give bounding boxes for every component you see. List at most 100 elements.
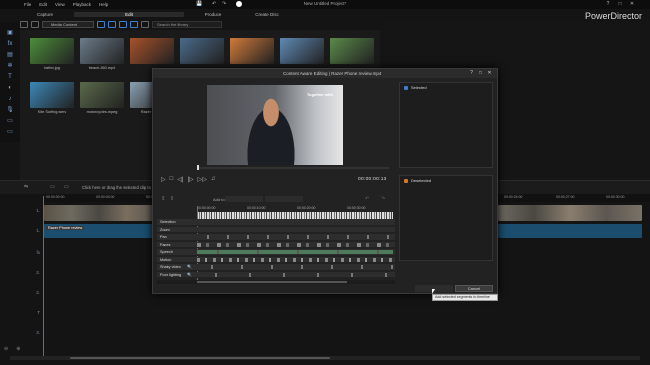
media-thumb[interactable] xyxy=(80,38,124,64)
media-label: bafbn.jpg xyxy=(44,66,60,70)
row-speech[interactable]: Speech xyxy=(157,249,395,256)
zoom-out-icon[interactable]: ⊖ xyxy=(4,346,8,352)
scroll-thumb[interactable] xyxy=(197,281,347,283)
pip-room-icon[interactable]: ▤ xyxy=(7,52,13,59)
scroll-thumb[interactable] xyxy=(70,357,330,359)
selection-strip[interactable] xyxy=(197,212,393,219)
help-icon[interactable]: ? xyxy=(467,69,476,78)
video-track-icon[interactable]: 2. xyxy=(36,270,40,275)
chapter-room-icon[interactable]: ▭ xyxy=(7,118,13,125)
list-view-icon[interactable] xyxy=(141,21,149,28)
undo-icon[interactable]: ↶ xyxy=(365,196,369,202)
stop-icon[interactable]: □ xyxy=(170,176,174,184)
track-header-video-1: 1. xyxy=(0,208,44,213)
title-room-icon[interactable]: T xyxy=(8,74,12,81)
image-filter-icon[interactable] xyxy=(108,21,116,28)
dialog-title: Content Aware Editing | Razer Phone revi… xyxy=(153,69,497,78)
fx-room-icon[interactable]: fx xyxy=(8,41,13,48)
maximize-icon[interactable]: □ xyxy=(614,0,626,9)
tab-produce[interactable]: Produce xyxy=(188,12,238,17)
grid-view-icon[interactable] xyxy=(130,21,138,28)
row-motion[interactable]: Motion xyxy=(157,256,395,263)
close-icon[interactable]: ✕ xyxy=(626,0,638,9)
close-icon[interactable]: ✕ xyxy=(485,69,494,78)
subtitle-room-icon[interactable]: ▭ xyxy=(7,129,13,136)
row-pan[interactable]: Pan xyxy=(157,234,395,241)
prev-frame-icon[interactable]: ◁| xyxy=(177,176,183,184)
tab-capture[interactable]: Capture xyxy=(20,12,70,17)
zoom-in-icon[interactable]: ⊕ xyxy=(16,346,20,352)
media-thumb[interactable] xyxy=(130,38,174,64)
media-label: beach-360.mp4 xyxy=(88,66,116,70)
zoom-icon[interactable]: 🔍 xyxy=(187,264,192,269)
media-thumb[interactable] xyxy=(30,82,74,108)
timeline-view-icon[interactable]: ▭ xyxy=(50,184,55,190)
ruler-tick: 00:00:20:00 xyxy=(297,206,316,210)
media-thumb[interactable] xyxy=(280,38,324,64)
row-shaky-video[interactable]: Shaky video 🔍 xyxy=(157,264,395,271)
audio-mixing-icon[interactable]: ♪ xyxy=(9,96,12,103)
plugin-icon[interactable] xyxy=(31,21,39,28)
track-header-fx: fx xyxy=(0,250,44,255)
dialog-seek-bar[interactable] xyxy=(197,165,389,170)
tab-edit[interactable]: Edit xyxy=(74,11,184,17)
play-icon[interactable]: ▷ xyxy=(161,176,166,184)
video-clip[interactable] xyxy=(44,205,154,221)
undo-icon[interactable]: ↶ xyxy=(212,1,216,7)
audio-track-icon[interactable]: 2. xyxy=(36,290,40,295)
dialog-scrollbar[interactable] xyxy=(157,280,395,284)
row-poor-lighting[interactable]: Poor lighting 🔍 xyxy=(157,271,395,278)
voiceover-icon[interactable]: 🎙 xyxy=(6,107,14,114)
media-room-icon[interactable]: ▣ xyxy=(7,30,13,37)
row-selection[interactable]: Selection xyxy=(157,219,395,226)
media-content-select[interactable]: Media Content xyxy=(42,21,94,28)
cancel-button[interactable]: Cancel xyxy=(455,285,493,292)
maximize-icon[interactable]: □ xyxy=(476,69,485,78)
fast-forward-icon[interactable]: ▷▷ xyxy=(198,176,207,184)
timeline-playhead[interactable] xyxy=(43,196,44,358)
volume-icon[interactable]: ♫ xyxy=(211,176,216,184)
seek-handle[interactable] xyxy=(197,165,199,170)
zoom-icon[interactable]: 🔍 xyxy=(187,272,192,277)
media-thumb[interactable] xyxy=(230,38,274,64)
media-thumb[interactable] xyxy=(30,38,74,64)
row-zoom[interactable]: Zoom xyxy=(157,226,395,233)
library-search-input[interactable]: Search the library xyxy=(152,21,222,28)
dialog-video-preview: Together with xyxy=(207,85,343,165)
timeline-scrollbar[interactable] xyxy=(10,356,640,360)
add-to-button[interactable] xyxy=(265,196,303,202)
audio-clip[interactable] xyxy=(498,224,642,238)
help-icon[interactable]: ? xyxy=(602,0,614,9)
import-icon[interactable] xyxy=(20,21,28,28)
transition-room-icon[interactable]: ◐ xyxy=(8,85,12,92)
settings-icon[interactable] xyxy=(236,1,242,7)
tab-create-disc[interactable]: Create Disc xyxy=(242,12,292,17)
particle-room-icon[interactable]: ✲ xyxy=(7,63,12,70)
audio-track-icon[interactable]: 1. xyxy=(36,228,40,233)
title-track-icon[interactable]: T xyxy=(37,310,40,315)
audio-filter-icon[interactable] xyxy=(119,21,127,28)
redo-icon[interactable]: ↷ xyxy=(381,196,385,202)
fx-track-icon[interactable]: fx xyxy=(36,250,40,255)
row-faces[interactable]: Faces xyxy=(157,241,395,248)
redo-icon[interactable]: ↷ xyxy=(222,1,226,7)
timeline-hint: Click here or drag the selected clip to … xyxy=(82,185,155,190)
save-icon[interactable]: 💾 xyxy=(196,1,202,7)
next-frame-icon[interactable]: |▷ xyxy=(187,176,193,184)
media-thumb[interactable] xyxy=(180,38,224,64)
add-to-button[interactable] xyxy=(225,196,263,202)
audio-clip[interactable]: Razer Phone review xyxy=(44,224,154,238)
add-to-label: Add to: xyxy=(213,197,226,202)
video-track-icon[interactable]: 1. xyxy=(36,208,40,213)
media-thumb[interactable] xyxy=(330,38,374,64)
video-clip[interactable] xyxy=(498,205,642,221)
import-icon[interactable]: ⇪ xyxy=(161,196,166,202)
timeline-tool-icon[interactable]: ⇆ xyxy=(24,184,28,190)
tooltip: Add selected segments to timeline xyxy=(432,294,498,301)
video-filter-icon[interactable] xyxy=(97,21,105,28)
video-track-icon[interactable]: 3. xyxy=(36,330,40,335)
video-overlay-text: Together with xyxy=(307,92,333,97)
export-icon[interactable]: ⇧ xyxy=(170,196,175,202)
media-thumb[interactable] xyxy=(80,82,124,108)
timeline-track-icon[interactable]: ▭ xyxy=(64,184,69,190)
